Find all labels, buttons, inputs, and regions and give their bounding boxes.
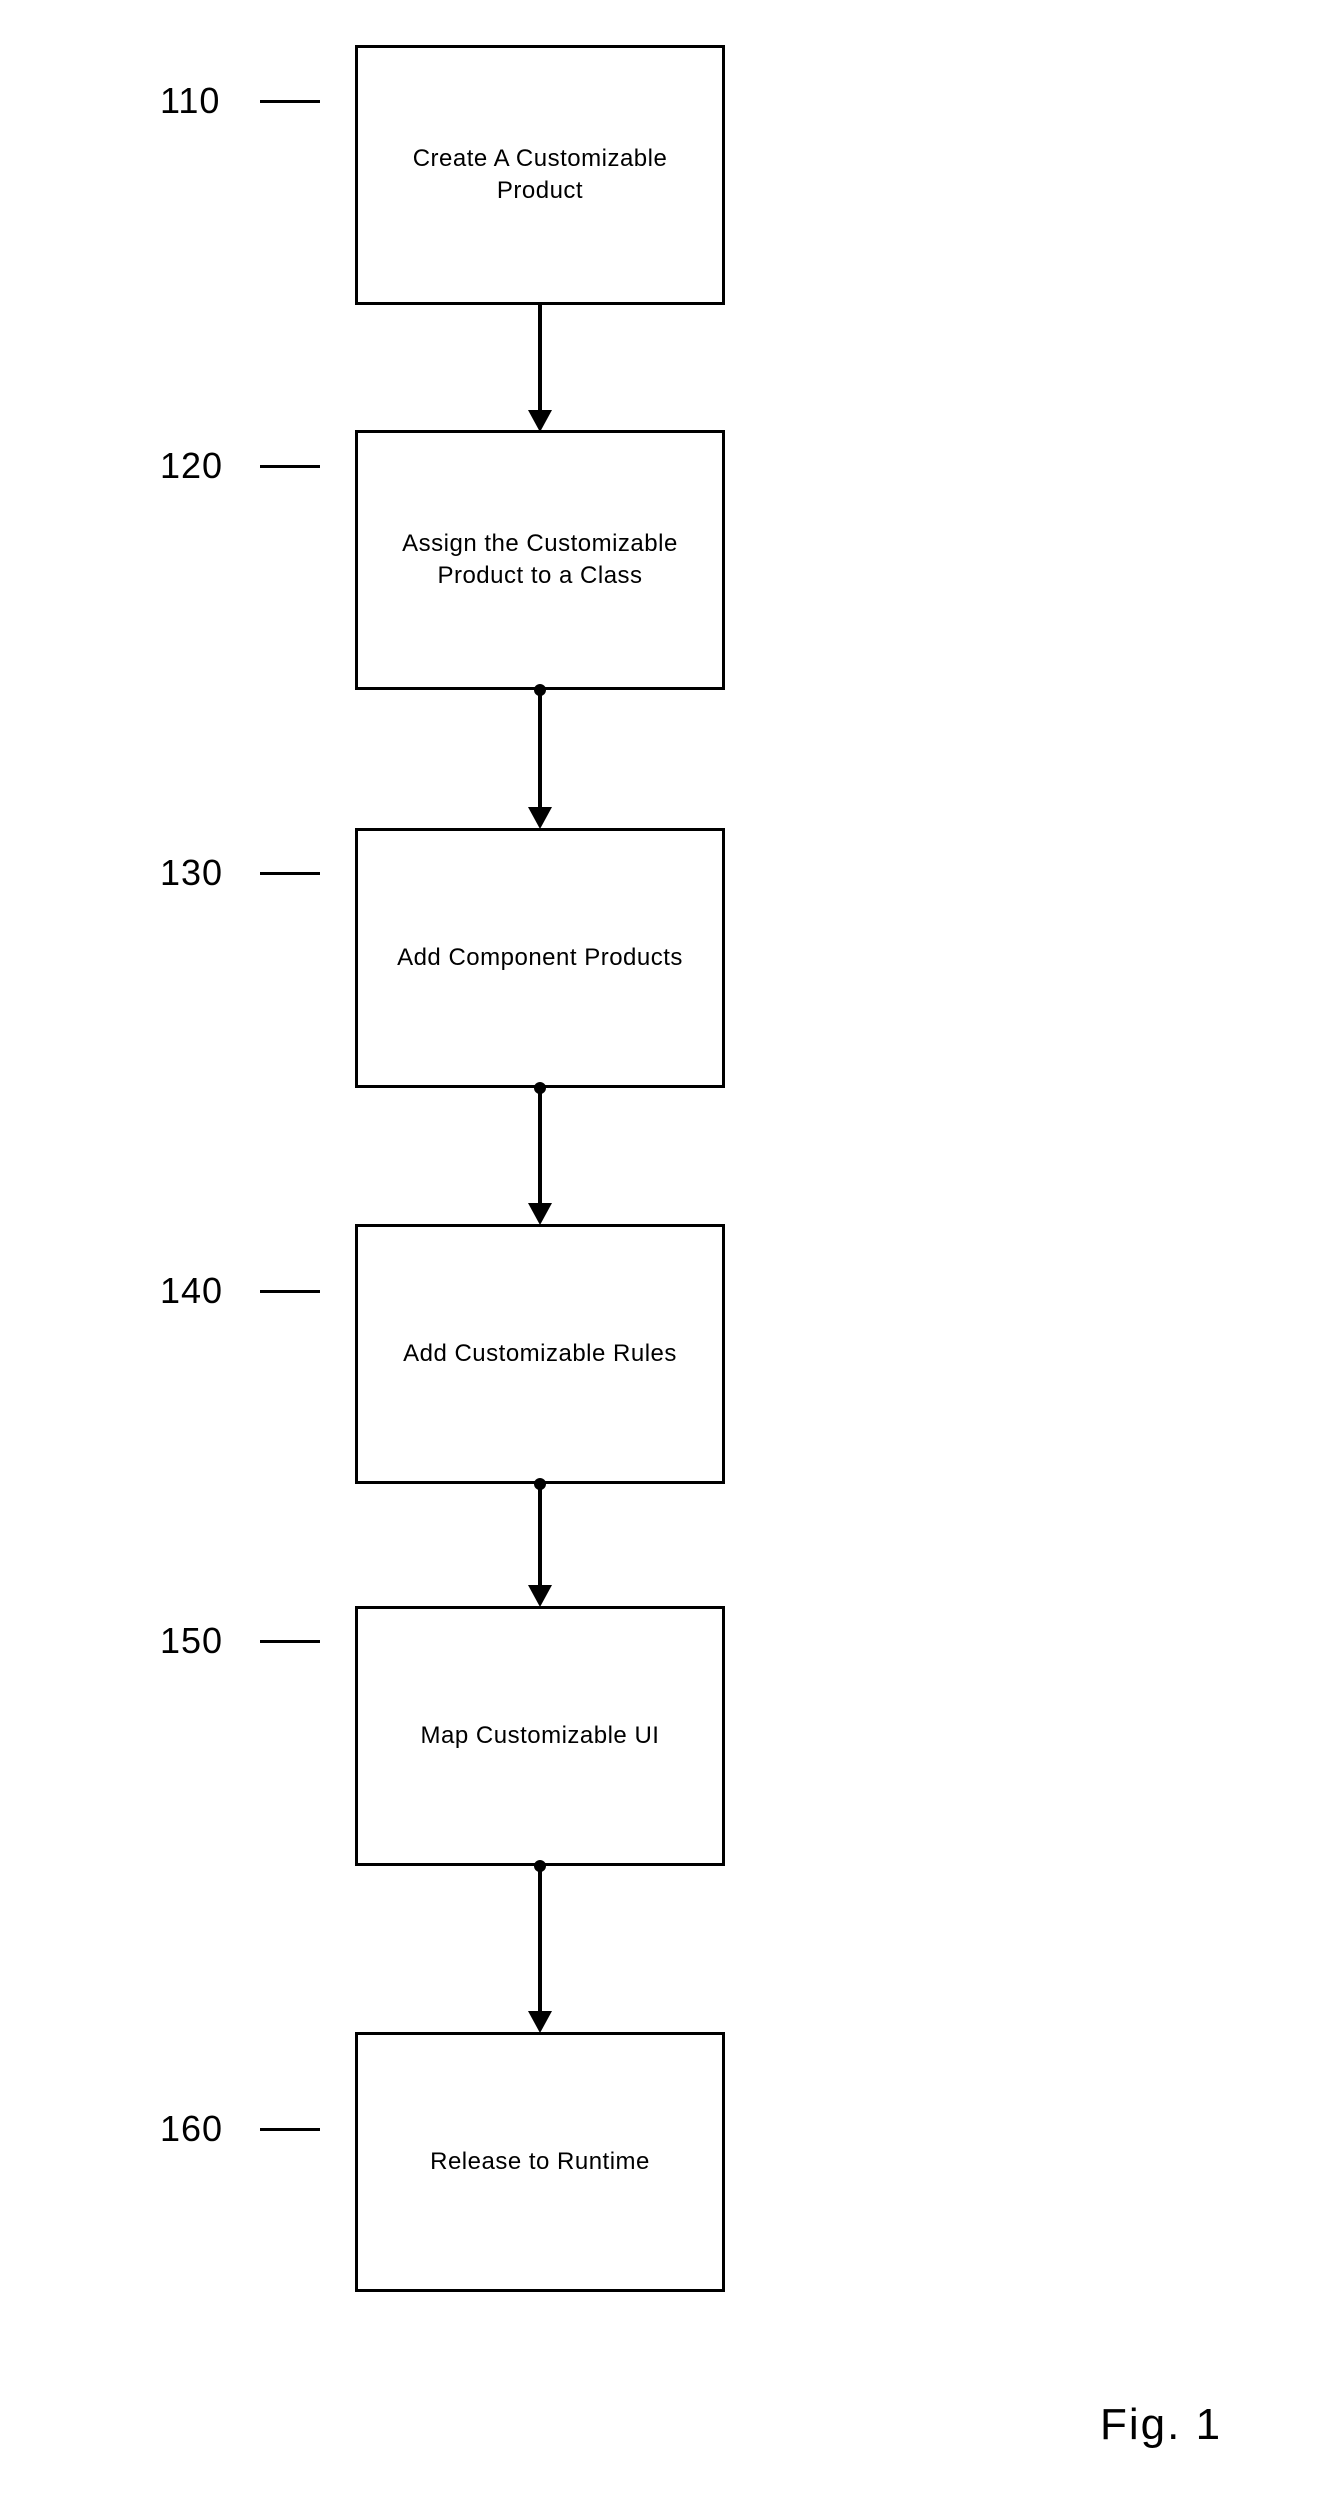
flow-box-text: Map Customizable UI <box>421 1720 660 1752</box>
label-dash <box>260 1640 320 1643</box>
flow-box-160: Release to Runtime <box>355 2032 725 2292</box>
arrow-line <box>538 690 542 812</box>
flow-box-text: Create A Customizable Product <box>376 143 704 208</box>
label-dash <box>260 2128 320 2131</box>
arrow-head-icon <box>528 1203 552 1225</box>
flow-box-110: Create A Customizable Product <box>355 45 725 305</box>
flowchart-page: 110 Create A Customizable Product 120 As… <box>0 0 1323 2506</box>
flow-box-150: Map Customizable UI <box>355 1606 725 1866</box>
arrow-line <box>538 305 542 415</box>
label-dash <box>260 100 320 103</box>
flow-box-text: Add Component Products <box>397 942 683 974</box>
flow-box-140: Add Customizable Rules <box>355 1224 725 1484</box>
label-dash <box>260 872 320 875</box>
step-label-160: 160 <box>160 2108 223 2150</box>
step-label-150: 150 <box>160 1620 223 1662</box>
arrow-head-icon <box>528 2011 552 2033</box>
label-dash <box>260 465 320 468</box>
step-label-130: 130 <box>160 852 223 894</box>
step-label-140: 140 <box>160 1270 223 1312</box>
step-label-110: 110 <box>160 80 220 122</box>
arrow-line <box>538 1866 542 2016</box>
arrow-head-icon <box>528 1585 552 1607</box>
arrow-head-icon <box>528 410 552 432</box>
arrow-line <box>538 1088 542 1208</box>
flow-box-text: Assign the Customizable Product to a Cla… <box>376 528 704 593</box>
figure-caption: Fig. 1 <box>1100 2400 1222 2450</box>
flow-box-text: Add Customizable Rules <box>403 1338 677 1370</box>
arrow-head-icon <box>528 807 552 829</box>
arrow-line <box>538 1484 542 1590</box>
flow-box-120: Assign the Customizable Product to a Cla… <box>355 430 725 690</box>
step-label-120: 120 <box>160 445 223 487</box>
flow-box-130: Add Component Products <box>355 828 725 1088</box>
label-dash <box>260 1290 320 1293</box>
flow-box-text: Release to Runtime <box>430 2146 650 2178</box>
